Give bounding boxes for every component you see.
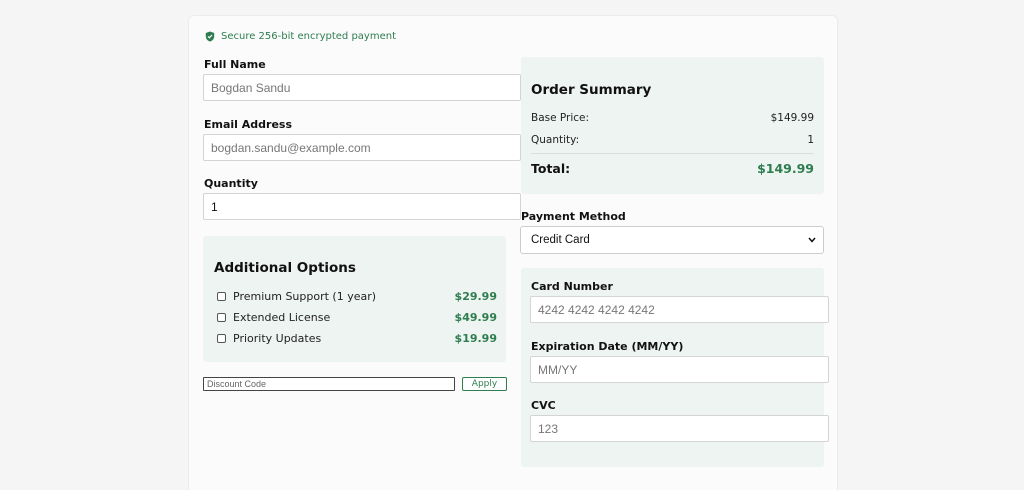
discount-code-input[interactable]: Discount Code — [203, 377, 455, 391]
summary-row-base-price: Base Price: $149.99 — [531, 112, 814, 124]
summary-row-quantity: Quantity: 1 — [531, 134, 814, 146]
summary-divider — [531, 153, 814, 154]
chevron-down-icon — [808, 237, 816, 243]
email-label: Email Address — [204, 118, 293, 131]
card-number-label: Card Number — [531, 280, 613, 293]
card-number-input[interactable]: 4242 4242 4242 4242 — [530, 296, 829, 323]
option-price: $19.99 — [454, 332, 497, 345]
summary-row-total: Total: $149.99 — [531, 161, 814, 176]
secure-notice-text: Secure 256-bit encrypted payment — [221, 31, 396, 42]
shield-check-icon — [205, 31, 215, 42]
option-checkbox[interactable] — [217, 334, 226, 343]
apply-discount-button[interactable]: Apply — [462, 377, 507, 391]
option-checkbox[interactable] — [217, 292, 226, 301]
summary-quantity-value: 1 — [807, 134, 814, 146]
summary-quantity-label: Quantity: — [531, 134, 580, 146]
option-row-extended-license[interactable]: Extended License $49.99 — [217, 311, 497, 324]
secure-notice: Secure 256-bit encrypted payment — [205, 31, 396, 42]
order-summary-title: Order Summary — [531, 82, 652, 98]
option-checkbox[interactable] — [217, 313, 226, 322]
option-price: $29.99 — [454, 290, 497, 303]
full-name-label: Full Name — [204, 58, 266, 71]
payment-method-value: Credit Card — [531, 234, 590, 246]
quantity-input[interactable]: 1 — [203, 193, 521, 220]
option-label: Priority Updates — [233, 332, 322, 345]
option-label: Premium Support (1 year) — [233, 290, 377, 303]
total-label: Total: — [531, 161, 571, 176]
expiry-input[interactable]: MM/YY — [530, 356, 829, 383]
cvc-input[interactable]: 123 — [530, 415, 829, 442]
email-input[interactable]: bogdan.sandu@example.com — [203, 134, 521, 161]
option-row-premium-support[interactable]: Premium Support (1 year) $29.99 — [217, 290, 497, 303]
additional-options-title: Additional Options — [214, 260, 356, 276]
total-value: $149.99 — [757, 161, 814, 176]
quantity-label: Quantity — [204, 177, 258, 190]
payment-method-label: Payment Method — [521, 210, 626, 223]
option-price: $49.99 — [454, 311, 497, 324]
base-price-value: $149.99 — [770, 112, 814, 124]
option-row-priority-updates[interactable]: Priority Updates $19.99 — [217, 332, 497, 345]
payment-method-select[interactable]: Credit Card — [520, 226, 824, 254]
cvc-label: CVC — [531, 399, 556, 412]
expiry-label: Expiration Date (MM/YY) — [531, 340, 684, 353]
base-price-label: Base Price: — [531, 112, 590, 124]
full-name-input[interactable]: Bogdan Sandu — [203, 74, 521, 101]
option-label: Extended License — [233, 311, 331, 324]
